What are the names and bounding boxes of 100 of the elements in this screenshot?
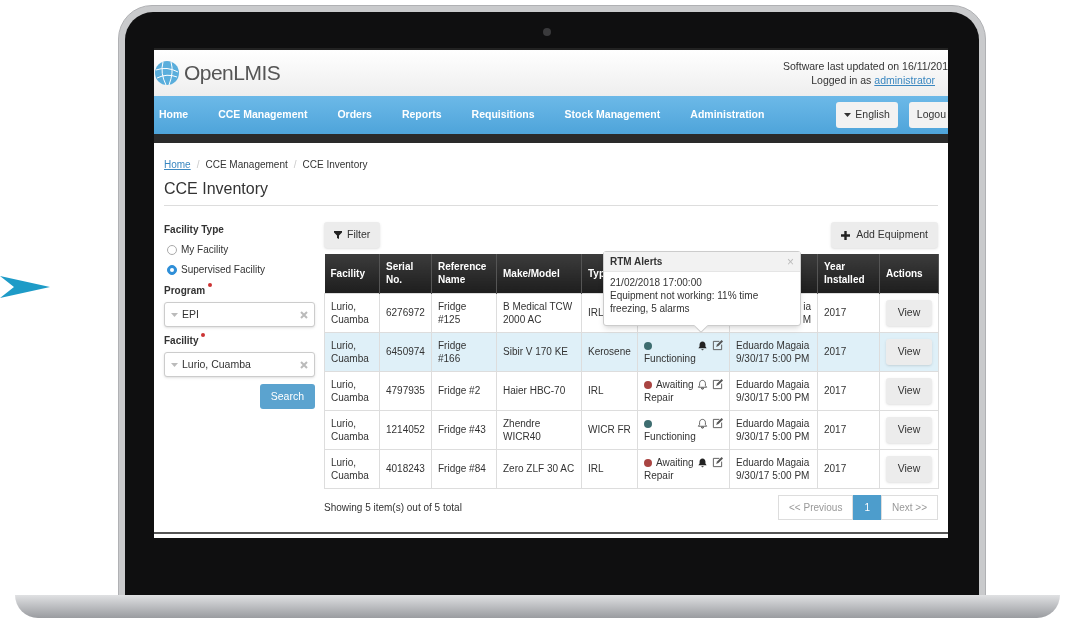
table-cell: Lurio, Cuamba [331, 417, 369, 442]
update-info: Software last updated on 16/11/201 [783, 59, 948, 73]
status-text: Functioning [644, 352, 696, 364]
table-cell: 9/30/17 5:00 PM [736, 351, 811, 365]
logout-button[interactable]: Logou [908, 102, 948, 128]
breadcrumb-item: CCE Management [205, 158, 288, 172]
filter-button[interactable]: Filter [324, 222, 381, 248]
alert-message: Equipment not working: 11% time freezing, 5 alarms [610, 289, 760, 315]
table-cell-text: ia [802, 299, 811, 313]
language-dropdown[interactable]: English [836, 102, 898, 128]
results-summary: Showing 5 item(s) out of 5 total [324, 500, 462, 515]
required-icon [201, 333, 206, 337]
table-cell: Lurio, Cuamba [331, 300, 369, 325]
column-header: Facility [330, 267, 365, 279]
status-text: Functioning [644, 430, 696, 442]
caret-icon [844, 113, 852, 117]
radio-option[interactable]: Supervised Facility [167, 262, 315, 277]
table-cell: Lurio, Cuamba [331, 339, 369, 364]
table-cell: 6450974 [386, 346, 425, 357]
view-button[interactable]: View [886, 299, 932, 326]
view-button[interactable]: View [886, 338, 932, 365]
table-cell: 1214052 [386, 424, 425, 435]
table-cell: Fridge #2 [438, 385, 481, 396]
table-cell: 6276972 [386, 307, 425, 318]
radio-button[interactable] [167, 264, 177, 275]
table-cell: 9/30/17 5:00 PM [736, 429, 811, 443]
caret-icon [171, 312, 178, 317]
bell-icon[interactable] [697, 456, 708, 468]
user-link[interactable]: administrator [874, 74, 935, 86]
select-value: Lurio, Cuamba [182, 356, 251, 372]
table-cell: Fridge #84 [438, 463, 486, 474]
table-cell: Eduardo Magaia [736, 455, 811, 469]
edit-icon[interactable] [712, 339, 723, 351]
table-cell: 2017 [824, 307, 847, 318]
table-cell: B Medical TCW 2000 AC [503, 300, 573, 325]
table-cell: IRL [588, 307, 604, 318]
filter-label: Facility Type [164, 223, 225, 237]
view-button[interactable]: View [886, 416, 932, 443]
table-cell: 2017 [824, 463, 847, 474]
select-field[interactable]: Lurio, Cuamba [164, 352, 315, 377]
table-cell: 2017 [824, 424, 847, 435]
column-header: Make/Model [503, 267, 560, 279]
radio-button[interactable] [167, 244, 177, 255]
table-row[interactable]: Lurio, Cuamba 1214052 Fridge #43 Zhendre WICR40 WICR FR Functioning Eduardo Magaia 9/30/17 5:00 PM 2017 View [324, 410, 939, 449]
table-row[interactable]: Lurio, Cuamba 6450974 Fridge #166 Sibir V 170 KE Kerosene Functioning Eduardo Magaia 9/30/17 5:00 PM 2017 View [324, 332, 939, 371]
table-cell: Sibir V 170 KE [503, 346, 569, 357]
column-header: Year Installed [824, 261, 865, 286]
caret-icon [171, 362, 178, 367]
table-cell: Haier HBC-70 [503, 385, 566, 396]
table-cell: Zero ZLF 30 AC [503, 463, 575, 474]
breadcrumb-separator: / [293, 158, 297, 172]
table-cell: Fridge #125 [438, 300, 467, 325]
table-cell: 4018243 [386, 463, 425, 474]
edit-icon[interactable] [712, 417, 723, 429]
table-row[interactable]: Lurio, Cuamba 4018243 Fridge #84 Zero ZLF 30 AC IRL Awaiting Repair Eduardo Magaia 9/30/17 5:00 PM 2017 View [324, 449, 939, 488]
add-equipment-button[interactable]: Add Equipment [831, 222, 938, 248]
breadcrumb-link[interactable]: Home [164, 157, 191, 172]
app-logo-text: OpenLMIS [184, 60, 281, 87]
table-row[interactable]: Lurio, Cuamba 4797935 Fridge #2 Haier HBC-70 IRL Awaiting Repair Eduardo Magaia 9/30/17 5:00 PM 2017 View [324, 371, 939, 410]
table-cell: Lurio, Cuamba [331, 456, 369, 481]
breadcrumb-item: CCE Inventory [302, 158, 368, 172]
table-cell: Lurio, Cuamba [331, 378, 369, 403]
edit-icon[interactable] [712, 378, 723, 390]
select-field[interactable]: EPI [164, 302, 315, 327]
table-cell: 2017 [824, 346, 847, 357]
field-label: Facility [164, 334, 199, 348]
view-button[interactable]: View [886, 455, 932, 482]
edit-icon[interactable] [712, 456, 723, 468]
status-text: Awaiting Repair [644, 378, 694, 403]
status-text: Awaiting Repair [644, 456, 694, 481]
login-info: Logged in as [811, 74, 872, 86]
plus-icon [841, 230, 851, 240]
bell-icon[interactable] [697, 339, 708, 351]
required-icon [208, 283, 213, 287]
table-cell: 9/30/17 5:00 PM [736, 468, 811, 482]
filter-icon [334, 231, 342, 239]
table-cell: Kerosene [588, 346, 631, 357]
table-cell: Eduardo Magaia [736, 377, 811, 391]
table-cell: Fridge #43 [438, 424, 486, 435]
column-header: Serial No. [386, 261, 414, 286]
popover-title: RTM Alerts [610, 255, 663, 269]
breadcrumb-separator: / [196, 158, 200, 172]
table-cell: Eduardo Magaia [736, 416, 811, 430]
column-header: Reference Name [438, 261, 487, 286]
alert-time: 21/02/2018 17:00:00 [610, 276, 703, 289]
table-cell: 2017 [824, 385, 847, 396]
table-cell: Fridge #166 [438, 339, 467, 364]
table-cell: WICR FR [588, 424, 631, 435]
globe-logo-icon [154, 60, 180, 86]
table-cell: Zhendre WICR40 [503, 417, 541, 442]
select-value: EPI [182, 306, 199, 322]
field-label: Program [164, 284, 206, 298]
table-cell: IRL [588, 463, 604, 474]
table-cell-text: M [801, 312, 811, 326]
radio-option[interactable]: My Facility [167, 242, 315, 257]
table-cell: 9/30/17 5:00 PM [736, 390, 811, 404]
view-button[interactable]: View [886, 377, 932, 404]
column-header: Actions [886, 267, 923, 279]
table-cell: Eduardo Magaia [736, 338, 811, 352]
table-cell: IRL [588, 385, 604, 396]
